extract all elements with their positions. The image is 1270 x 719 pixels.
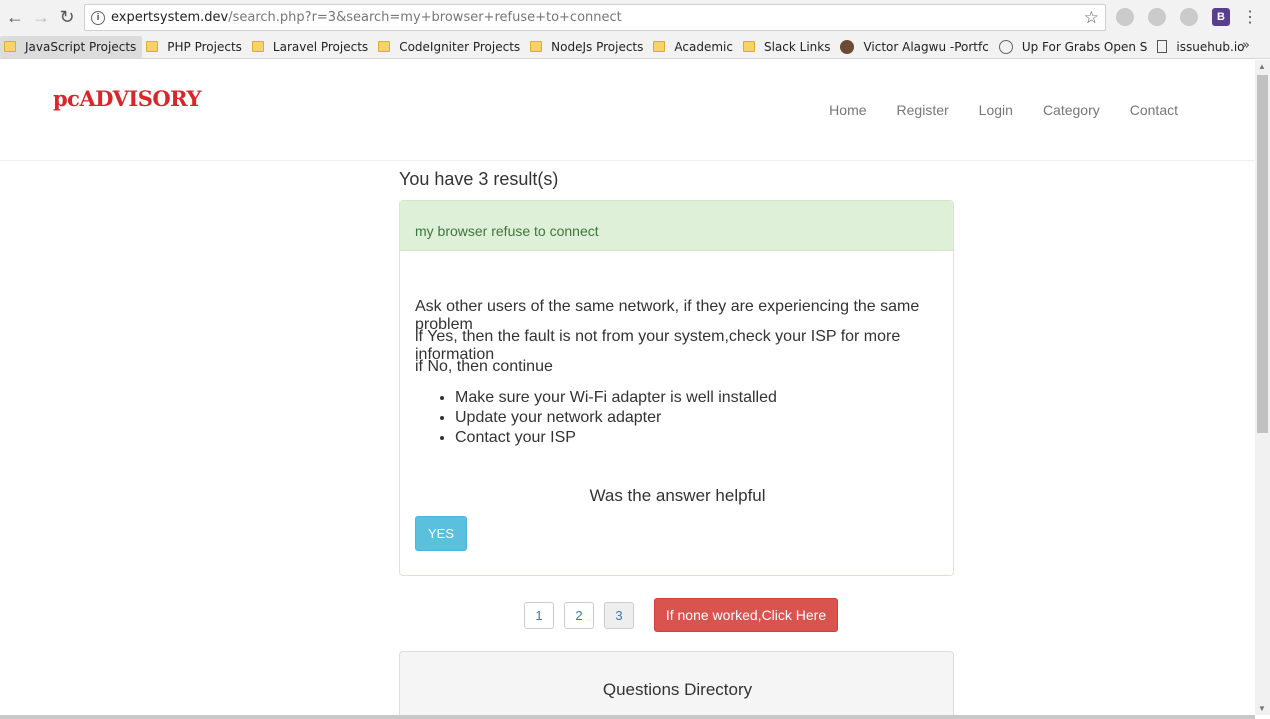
page-2-button[interactable]: 2 — [564, 601, 594, 629]
bookmark-label: Slack Links — [763, 39, 831, 54]
bookmark-label: issuehub.io — [1176, 39, 1245, 54]
bookmark-laravel-projects[interactable]: Laravel Projects — [248, 36, 374, 58]
bookmark-victor-portfolio[interactable]: Victor Alagwu -Portfc — [836, 36, 994, 58]
page-viewport: pcADVISORY Home Register Login Category … — [0, 60, 1255, 715]
bookmark-label: Up For Grabs Open S — [1021, 39, 1148, 54]
folder-icon — [146, 41, 159, 52]
folder-icon — [4, 41, 16, 52]
bookmark-label: Victor Alagwu -Portfc — [863, 39, 989, 54]
bookmark-nodejs-projects[interactable]: NodeJs Projects — [526, 36, 649, 58]
extension-icons: B — [1116, 8, 1230, 26]
site-logo[interactable]: pcADVISORY — [53, 86, 201, 111]
bookmark-label: PHP Projects — [167, 39, 242, 54]
scroll-down-icon[interactable]: ▼ — [1258, 704, 1266, 713]
extension-page-icon[interactable]: B — [1212, 8, 1230, 26]
bookmark-up-for-grabs[interactable]: Up For Grabs Open S — [995, 36, 1154, 58]
back-icon[interactable]: ← — [4, 7, 26, 29]
questions-directory-panel: Questions Directory — [399, 651, 954, 715]
bookmark-label: JavaScript Projects — [25, 39, 137, 54]
list-item: Make sure your Wi-Fi adapter is well ins… — [455, 388, 777, 408]
helpful-prompt: Was the answer helpful — [589, 486, 766, 505]
forward-icon[interactable]: → — [30, 7, 52, 29]
extension-pocket-icon[interactable] — [1180, 8, 1198, 26]
browser-toolbar: ← → ↻ i expertsystem.dev/search.php?r=3&… — [0, 0, 1270, 35]
question-title: my browser refuse to connect — [400, 201, 953, 251]
url-host: expertsystem.dev — [111, 10, 229, 25]
globe-icon — [998, 39, 1013, 54]
yes-button[interactable]: YES — [415, 516, 467, 551]
folder-icon — [742, 41, 755, 52]
url-path: /search.php?r=3&search=my+browser+refuse… — [228, 10, 622, 25]
answer-paragraph: if No, then continue — [415, 358, 553, 375]
directory-title: Questions Directory — [602, 680, 753, 699]
bookmark-issuehub[interactable]: issuehub.io — [1153, 36, 1250, 58]
nav-contact[interactable]: Contact — [1130, 102, 1178, 118]
bookmark-star-icon[interactable]: ☆ — [1084, 8, 1099, 28]
site-menu: Home Register Login Category Contact — [829, 102, 1178, 118]
bookmark-slack-links[interactable]: Slack Links — [739, 36, 837, 58]
address-bar[interactable]: i expertsystem.dev/search.php?r=3&search… — [84, 4, 1106, 31]
answer-steps-list: Make sure your Wi-Fi adapter is well ins… — [455, 388, 777, 448]
reload-icon[interactable]: ↻ — [56, 7, 78, 29]
bookmark-codeigniter-projects[interactable]: CodeIgniter Projects — [374, 36, 526, 58]
site-navbar: pcADVISORY Home Register Login Category … — [0, 60, 1255, 161]
bookmarks-bar: JavaScript Projects PHP Projects Laravel… — [0, 35, 1270, 59]
bookmark-label: NodeJs Projects — [551, 39, 644, 54]
list-item: Contact your ISP — [455, 428, 777, 448]
extension-globe-icon[interactable] — [1148, 8, 1166, 26]
bookmark-label: Laravel Projects — [272, 39, 369, 54]
nav-register[interactable]: Register — [897, 102, 949, 118]
page-3-button[interactable]: 3 — [604, 601, 634, 629]
bookmark-php-projects[interactable]: PHP Projects — [142, 36, 248, 58]
nav-login[interactable]: Login — [979, 102, 1013, 118]
results-count-heading: You have 3 result(s) — [399, 169, 559, 189]
vertical-scrollbar[interactable]: ▲ ▼ — [1255, 60, 1270, 715]
bookmark-label: Academic — [674, 39, 733, 54]
scroll-up-icon[interactable]: ▲ — [1258, 62, 1266, 71]
folder-icon — [378, 41, 391, 52]
horizontal-scrollbar[interactable] — [0, 715, 1255, 719]
browser-menu-icon[interactable]: ⋮ — [1242, 7, 1258, 27]
page-icon — [1157, 40, 1168, 53]
list-item: Update your network adapter — [455, 408, 777, 428]
answer-panel: my browser refuse to connect Ask other u… — [399, 200, 954, 576]
bookmark-label: CodeIgniter Projects — [399, 39, 521, 54]
bookmark-javascript-projects[interactable]: JavaScript Projects — [0, 35, 143, 58]
scroll-thumb[interactable] — [1257, 75, 1268, 433]
bookmarks-overflow-icon[interactable]: » — [1242, 38, 1250, 53]
extension-shield-icon[interactable] — [1116, 8, 1134, 26]
pagination: 1 2 3 If none worked,Click Here — [524, 598, 838, 632]
page-1-button[interactable]: 1 — [524, 601, 554, 629]
nav-category[interactable]: Category — [1043, 102, 1100, 118]
none-worked-button[interactable]: If none worked,Click Here — [654, 598, 838, 632]
nav-home[interactable]: Home — [829, 102, 866, 118]
avatar-icon — [840, 39, 855, 54]
folder-icon — [251, 41, 264, 52]
info-icon[interactable]: i — [91, 10, 105, 25]
bookmark-academic[interactable]: Academic — [649, 36, 739, 58]
folder-icon — [530, 41, 543, 52]
folder-icon — [653, 41, 666, 52]
